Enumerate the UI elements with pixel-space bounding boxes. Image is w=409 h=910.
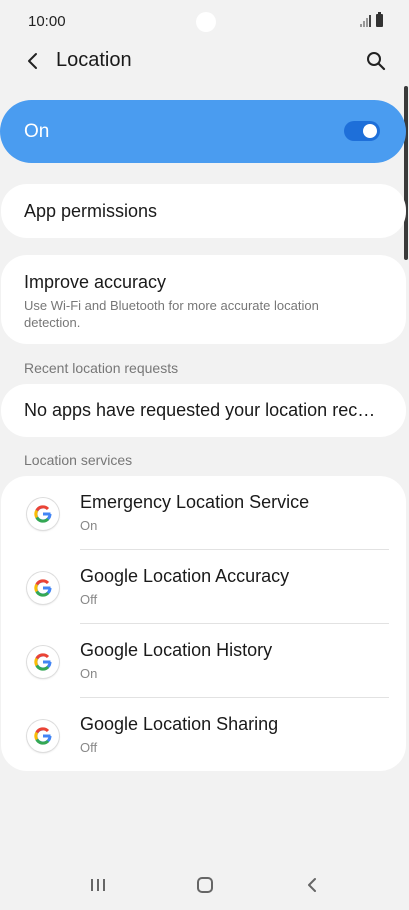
status-icons [360, 12, 383, 27]
search-icon [367, 52, 386, 71]
recent-requests-item[interactable]: No apps have requested your location rec… [1, 384, 406, 437]
master-toggle-label: On [24, 121, 50, 142]
navigation-bar [0, 862, 409, 910]
status-time: 10:00 [28, 13, 66, 30]
back-nav-button[interactable] [292, 872, 332, 898]
improve-accuracy-description: Use Wi-Fi and Bluetooth for more accurat… [24, 298, 319, 330]
back-icon [308, 878, 316, 892]
search-button[interactable] [361, 46, 391, 76]
app-permissions-label: App permissions [24, 201, 158, 221]
service-status: Off [80, 592, 98, 607]
recents-button[interactable] [78, 872, 118, 898]
improve-accuracy-label: Improve accuracy [24, 272, 167, 292]
home-icon [197, 877, 213, 893]
service-title: Google Location Accuracy [80, 566, 290, 586]
google-icon [27, 498, 59, 530]
page-title: Location [56, 49, 132, 71]
service-title: Emergency Location Service [80, 492, 310, 512]
service-status: On [80, 666, 98, 681]
service-item-emergency[interactable]: Emergency Location Service On [1, 476, 406, 550]
switch-knob [361, 122, 379, 140]
status-bar: 10:00 [0, 0, 409, 44]
camera-cutout [196, 12, 216, 32]
battery-icon [376, 12, 383, 27]
recents-icon [91, 879, 105, 891]
service-status: On [80, 518, 98, 533]
service-status: Off [80, 740, 98, 755]
recent-requests-header: Recent location requests [24, 360, 179, 376]
google-icon [27, 720, 59, 752]
home-button[interactable] [185, 872, 225, 898]
service-item-history[interactable]: Google Location History On [1, 624, 406, 698]
service-item-sharing[interactable]: Google Location Sharing Off [1, 698, 406, 772]
chevron-left-icon [28, 53, 37, 69]
location-services-list: Emergency Location Service On Google Loc… [1, 476, 406, 771]
signal-icon [360, 15, 371, 27]
google-icon [27, 572, 59, 604]
back-button[interactable] [18, 46, 48, 76]
app-header: Location [0, 40, 409, 82]
recent-requests-message: No apps have requested your location rec… [24, 400, 379, 420]
service-title: Google Location History [80, 640, 273, 660]
service-item-accuracy[interactable]: Google Location Accuracy Off [1, 550, 406, 624]
scroll-indicator[interactable] [404, 86, 408, 260]
location-switch[interactable] [344, 121, 380, 141]
improve-accuracy-item[interactable]: Improve accuracy Use Wi-Fi and Bluetooth… [1, 255, 406, 344]
location-services-header: Location services [24, 452, 133, 468]
location-master-toggle[interactable]: On [0, 100, 406, 163]
app-permissions-item[interactable]: App permissions [1, 184, 406, 238]
service-title: Google Location Sharing [80, 714, 279, 734]
google-icon [27, 646, 59, 678]
